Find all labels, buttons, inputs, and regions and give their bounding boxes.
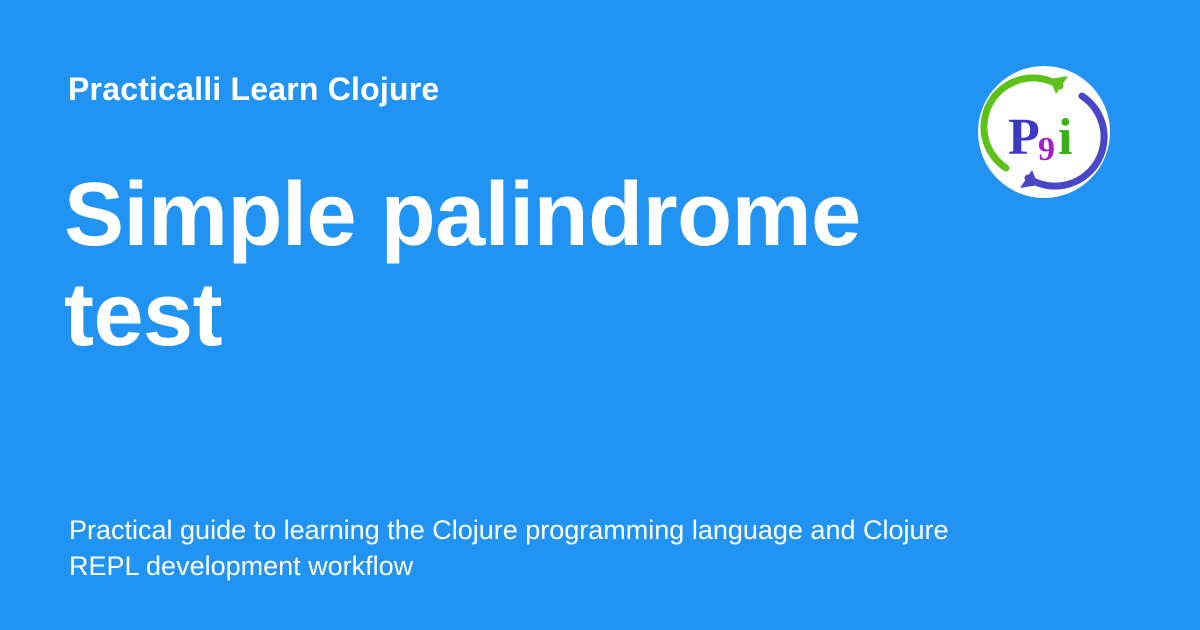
logo-letter-9: 9 [1038,131,1055,168]
site-name: Practicalli Learn Clojure [68,71,440,107]
page-description: Practical guide to learning the Clojure … [69,515,949,581]
practicalli-logo-icon: P 9 i [976,64,1112,200]
logo-letter-p: P [1008,109,1040,166]
logo-letter-i: i [1058,109,1072,166]
logo-graphic: P 9 i [978,66,1110,198]
page-title: Simple palindrome test [64,165,861,365]
social-card: Practicalli Learn Clojure Simple palindr… [0,0,1200,630]
